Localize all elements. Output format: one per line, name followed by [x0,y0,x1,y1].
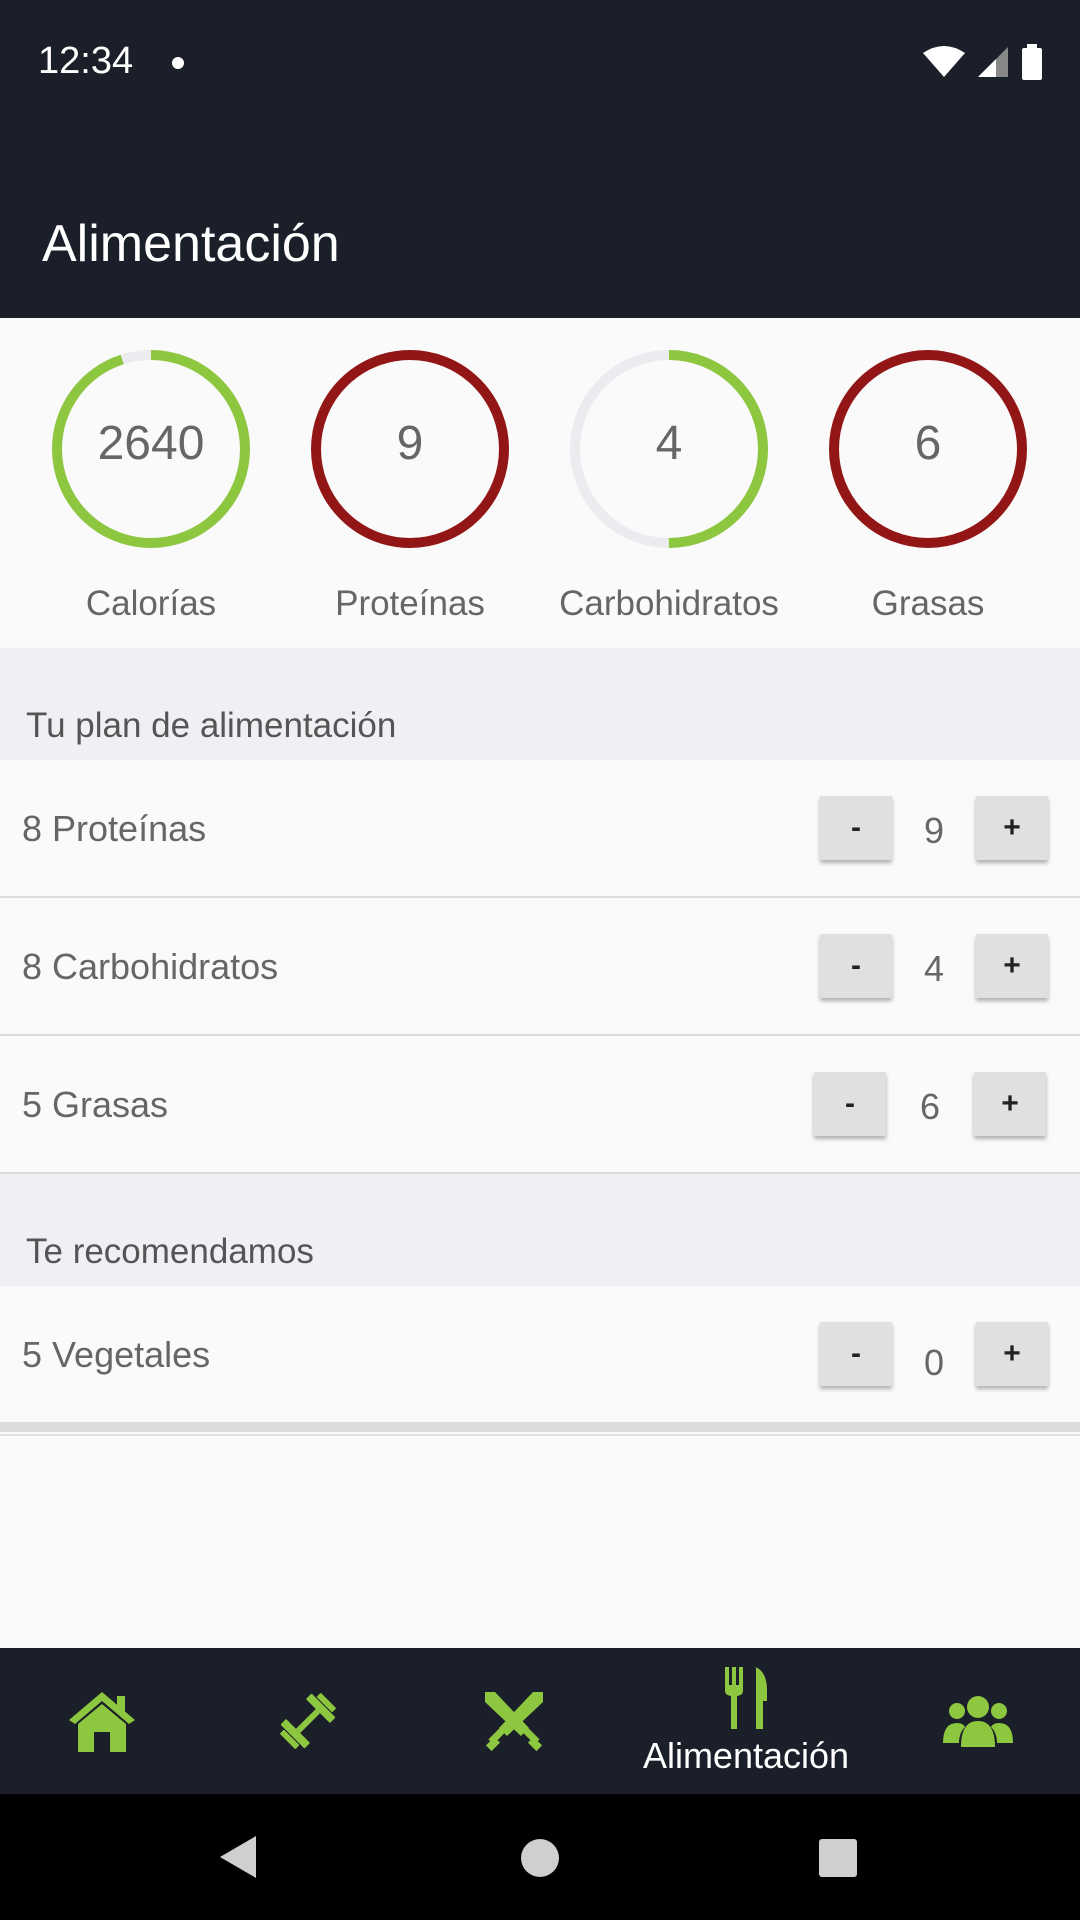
list-item-fats: 5 Grasas - 6 + [0,1036,1080,1175]
divider [0,1434,1080,1436]
increment-button[interactable]: + [976,1322,1048,1386]
summary-value: 4 [655,417,683,470]
item-label: 5 Grasas [22,1084,169,1125]
summary-label: Proteínas [335,584,485,623]
item-count: 0 [923,1342,945,1383]
system-nav-bar [0,1794,1080,1920]
battery-icon [1022,44,1042,80]
increment-button[interactable]: + [976,796,1048,860]
summary-fats: 6 Grasas [798,346,1058,624]
notification-dot [172,57,184,69]
section-title: Tu plan de alimentación [26,706,397,745]
list-item-proteins: 8 Proteínas - 9 + [0,760,1080,899]
item-label: 8 Carbohidratos [22,946,279,987]
back-icon[interactable] [218,1834,258,1880]
nav-item-home[interactable] [52,1648,152,1794]
home-icon [69,1692,135,1752]
signal-icon [978,47,1008,77]
section-title: Te recomendamos [26,1232,314,1271]
nav-item-workouts[interactable] [258,1648,358,1794]
increment-button[interactable]: + [976,934,1048,998]
status-icons [922,44,1044,80]
list-item-vegetables: 5 Vegetales - 0 + [0,1286,1080,1432]
nav-item-challenges[interactable] [464,1648,564,1794]
decrement-button[interactable]: - [820,934,892,998]
wifi-icon [923,46,965,77]
group-icon [943,1696,1013,1747]
crossed-swords-icon [485,1692,543,1752]
app-bar: Alimentación [0,172,1080,318]
nav-item-label: Alimentación [642,1735,850,1776]
item-label: 5 Vegetales [22,1334,211,1375]
status-bar: 12:34 [0,0,1080,172]
summary-calories: 2640 Calorías [21,346,281,624]
item-count: 4 [923,948,945,989]
dumbbell-icon [280,1693,336,1749]
summary-label: Calorías [85,584,217,623]
increment-button[interactable]: + [974,1072,1046,1136]
summary-label: Carbohidratos [559,584,779,623]
status-time: 12:34 [38,40,134,82]
decrement-button[interactable]: - [820,796,892,860]
list-item-carbs: 8 Carbohidratos - 4 + [0,898,1080,1037]
item-count: 9 [923,810,945,851]
summary-carbs: 4 Carbohidratos [539,346,799,624]
summary-value: 9 [396,417,424,470]
fork-knife-icon [725,1667,767,1729]
item-label: 8 Proteínas [22,808,207,849]
nutrition-summary: 2640 Calorías 9 Proteínas 4 Carbohidrato… [0,318,1080,648]
plan-section-header: Tu plan de alimentación [0,648,1080,760]
bottom-nav: Alimentación [0,1648,1080,1794]
nav-item-community[interactable] [928,1648,1028,1794]
summary-label: Grasas [871,584,985,623]
summary-value: 2640 [97,417,205,470]
decrement-button[interactable]: - [820,1322,892,1386]
recents-icon[interactable] [818,1838,858,1878]
home-button-icon[interactable] [520,1838,560,1878]
page-title: Alimentación [42,215,340,273]
nav-item-nutrition[interactable]: Alimentación [620,1648,872,1794]
item-count: 6 [919,1086,941,1127]
recommend-section-header: Te recomendamos [0,1174,1080,1286]
decrement-button[interactable]: - [814,1072,886,1136]
summary-proteins: 9 Proteínas [280,346,540,624]
summary-value: 6 [914,417,942,470]
